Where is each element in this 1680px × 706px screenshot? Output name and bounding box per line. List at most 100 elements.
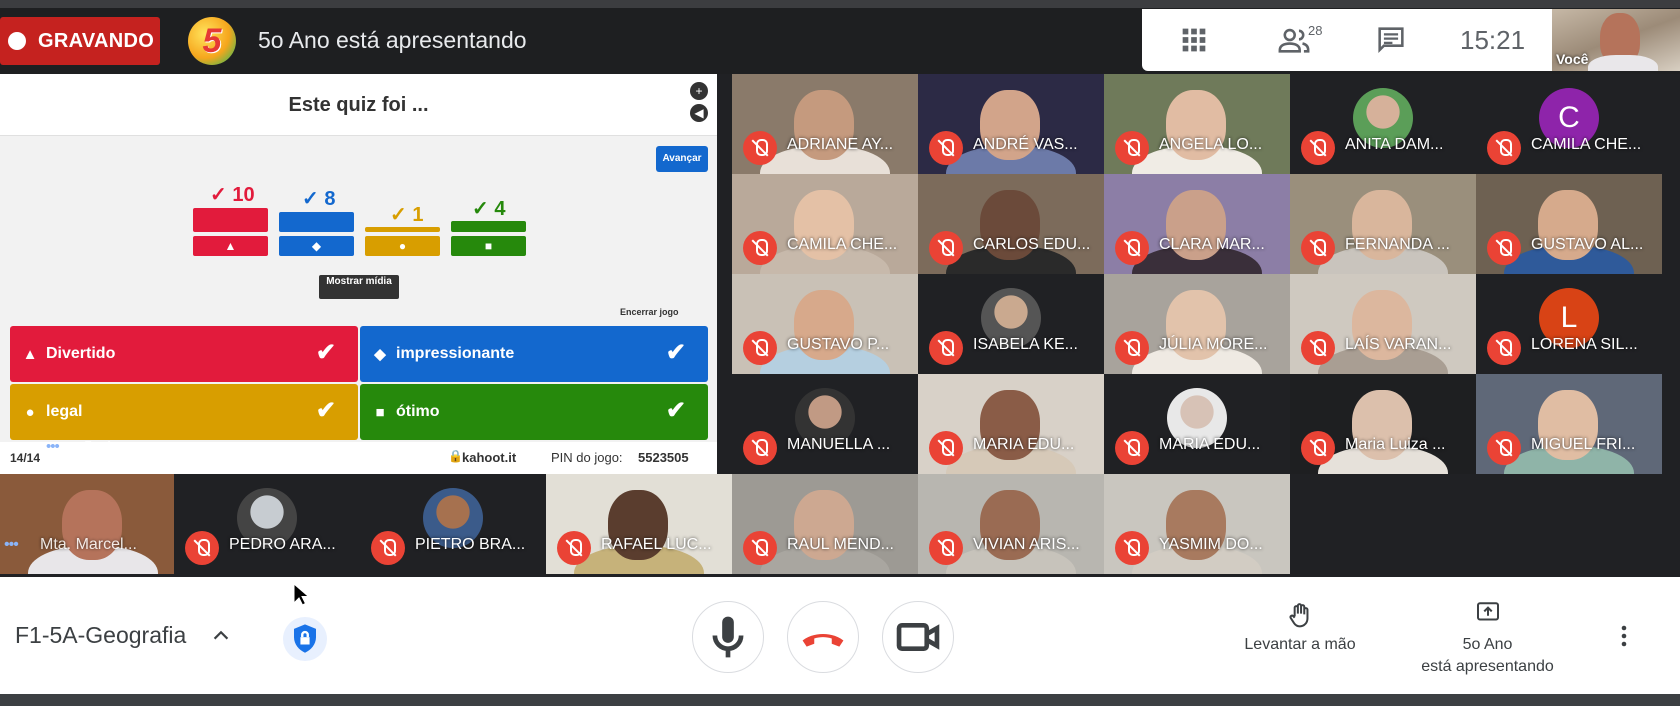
participant-tile[interactable]: ADRIANE AY... <box>732 74 918 174</box>
mic-off-icon <box>1487 231 1521 265</box>
window-edge <box>0 0 1680 8</box>
participant-name: MANUELLA ... <box>787 436 891 453</box>
mic-off-icon <box>1487 331 1521 365</box>
present-label-line1: 5o Ano <box>1462 636 1513 653</box>
presenter-avatar: 5 <box>188 17 236 65</box>
presenting-title: 5o Ano está apresentando <box>258 27 527 53</box>
show-media-button[interactable]: Mostrar mídia <box>319 275 399 299</box>
mic-off-icon <box>1115 131 1149 165</box>
mic-off-icon <box>1487 131 1521 165</box>
grid-icon[interactable] <box>1177 23 1211 57</box>
mic-off-icon <box>743 131 777 165</box>
participant-tile[interactable]: MIGUEL FRI... <box>1476 374 1662 474</box>
more-options-icon[interactable]: ••• <box>46 438 60 455</box>
leave-call-button[interactable] <box>787 601 859 673</box>
mic-off-icon <box>929 231 963 265</box>
participant-tile[interactable]: CLARA MAR... <box>1104 174 1290 274</box>
sound-icon[interactable]: ◀ <box>690 104 708 122</box>
participant-tile[interactable]: C CAMILA CHE... <box>1476 74 1662 174</box>
circle-icon: ● <box>365 236 440 256</box>
mic-off-icon <box>1115 531 1149 565</box>
participant-name: ADRIANE AY... <box>787 136 894 153</box>
participant-name: CAMILA CHE... <box>1531 136 1642 153</box>
participant-name: ANGELA LO... <box>1159 136 1263 153</box>
mic-off-icon <box>1301 431 1335 465</box>
participant-tile[interactable]: L LORENA SIL... <box>1476 274 1662 374</box>
result-bar-triangle <box>193 208 268 232</box>
recording-badge: GRAVANDO <box>0 17 160 65</box>
more-options-icon[interactable]: ••• <box>4 536 19 554</box>
participant-name: GUSTAVO AL... <box>1531 236 1644 253</box>
participant-tile[interactable]: RAUL MEND... <box>732 474 918 574</box>
meeting-name[interactable]: F1-5A-Geografia <box>15 622 186 649</box>
participant-tile[interactable]: ••• Mta. Marcel... <box>0 474 186 574</box>
participant-tile[interactable]: ISABELA KE... <box>918 274 1104 374</box>
end-game-button[interactable]: Encerrar jogo <box>620 307 679 317</box>
participant-name: MIGUEL FRI... <box>1531 436 1636 453</box>
participant-tile[interactable]: MARIA EDU... <box>918 374 1104 474</box>
chevron-up-icon[interactable] <box>210 624 232 646</box>
answer-label: legal <box>46 403 83 420</box>
mic-off-icon <box>1115 431 1149 465</box>
participant-tile[interactable]: GUSTAVO AL... <box>1476 174 1662 274</box>
participant-name: PEDRO ARA... <box>229 536 336 553</box>
participant-tile[interactable]: ANGELA LO... <box>1104 74 1290 174</box>
raise-hand-label: Levantar a mão <box>1244 636 1356 653</box>
camera-button[interactable] <box>882 601 954 673</box>
participant-tile[interactable]: CAMILA CHE... <box>732 174 918 274</box>
participant-name: RAUL MEND... <box>787 536 894 553</box>
participant-name: CAMILA CHE... <box>787 236 898 253</box>
participant-tile[interactable]: VIVIAN ARIS... <box>918 474 1104 574</box>
participant-tile[interactable]: GUSTAVO P... <box>732 274 918 374</box>
quiz-title: Este quiz foi ... <box>288 94 429 116</box>
microphone-button[interactable] <box>692 601 764 673</box>
people-icon[interactable] <box>1277 23 1311 57</box>
mic-off-icon <box>929 331 963 365</box>
present-button[interactable]: 5o Ano está apresentando <box>1400 597 1575 678</box>
answer-label: impressionante <box>396 345 515 362</box>
participant-tile[interactable]: YASMIM DO... <box>1104 474 1290 574</box>
participant-tile[interactable]: Maria Luiza ... <box>1290 374 1476 474</box>
mic-off-icon <box>185 531 219 565</box>
pin-value: 5523505 <box>638 450 689 465</box>
present-icon <box>1476 602 1499 621</box>
result-bar-circle <box>365 227 440 232</box>
participant-name: RAFAEL LUC... <box>601 536 712 553</box>
host-controls-button[interactable] <box>283 617 327 661</box>
participant-tile[interactable]: ANITA DAM... <box>1290 74 1476 174</box>
participant-name: VIVIAN ARIS... <box>973 536 1080 553</box>
answer-3: ● legal ✔ <box>10 384 358 440</box>
presentation-screen: Este quiz foi ... + ◀ Avançar ✓ 10 ▲ ✓ 8… <box>0 74 717 474</box>
participant-tile[interactable]: CARLOS EDU... <box>918 174 1104 274</box>
raise-hand-button[interactable]: Levantar a mão <box>1230 599 1370 654</box>
participant-tile[interactable]: LAÍS VARAN... <box>1290 274 1476 374</box>
participant-tile[interactable]: FERNANDA ... <box>1290 174 1476 274</box>
diamond-icon: ◆ <box>279 236 354 256</box>
participant-name: MARIA EDU... <box>1159 436 1261 453</box>
mic-off-icon <box>929 431 963 465</box>
next-button[interactable]: Avançar <box>656 146 708 172</box>
self-video-tile[interactable]: Você <box>1552 9 1680 71</box>
result-count-circle: ✓ 1 <box>390 204 424 226</box>
answer-2: ◆ impressionante ✔ <box>360 326 708 382</box>
participant-name: Maria Luiza ... <box>1345 436 1446 453</box>
mic-off-icon <box>743 331 777 365</box>
question-count: 14/14 <box>10 451 41 465</box>
participant-tile[interactable]: ANDRÉ VAS... <box>918 74 1104 174</box>
participant-tile[interactable]: PEDRO ARA... <box>174 474 360 574</box>
mic-off-icon <box>1301 131 1335 165</box>
participant-tile[interactable]: MANUELLA ... <box>732 374 918 474</box>
mic-off-icon <box>557 531 591 565</box>
participant-name: ANDRÉ VAS... <box>973 136 1078 153</box>
answer-label: Divertido <box>46 345 116 362</box>
participant-tile[interactable]: MARIA EDU... <box>1104 374 1290 474</box>
more-vert-icon[interactable] <box>1614 621 1634 651</box>
chat-icon[interactable] <box>1374 23 1408 57</box>
answer-4: ■ ótimo ✔ <box>360 384 708 440</box>
participant-tile[interactable]: PIETRO BRA... <box>360 474 546 574</box>
zoom-icon[interactable]: + <box>690 82 708 100</box>
window-bottom-edge <box>0 694 1680 706</box>
participant-tile[interactable]: RAFAEL LUC... <box>546 474 732 574</box>
participant-tile[interactable]: JÚLIA MORE... <box>1104 274 1290 374</box>
self-label: Você <box>1556 51 1589 67</box>
